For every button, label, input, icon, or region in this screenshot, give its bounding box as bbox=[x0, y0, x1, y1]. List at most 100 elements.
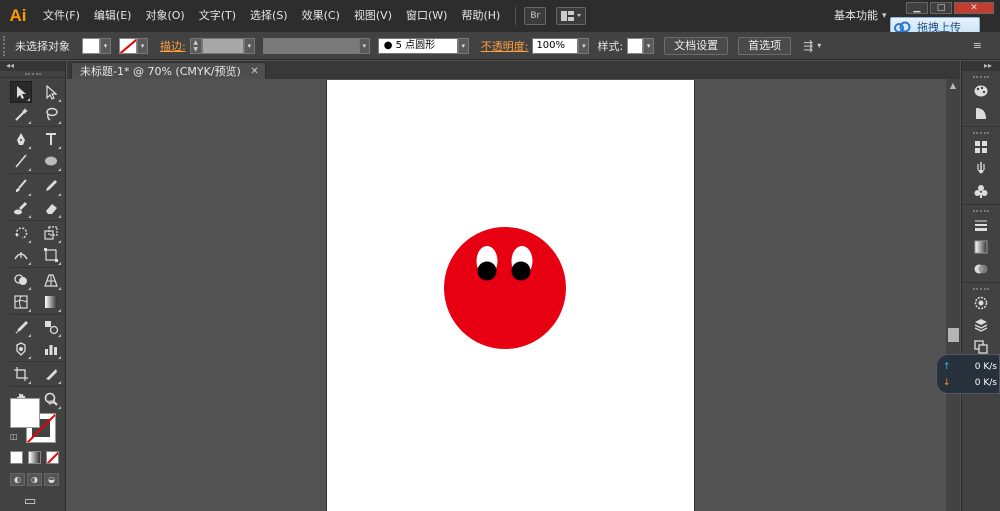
bridge-button[interactable]: Br bbox=[524, 7, 547, 25]
perspective-grid-tool[interactable] bbox=[40, 269, 62, 291]
slice-tool[interactable] bbox=[40, 363, 62, 385]
stroke-color-swatch[interactable] bbox=[119, 37, 137, 54]
pen-tool[interactable] bbox=[10, 128, 32, 150]
menu-item-6[interactable]: 视图(V) bbox=[347, 0, 399, 32]
shape-builder-tool[interactable] bbox=[10, 269, 32, 291]
color-panel-button[interactable] bbox=[962, 80, 1000, 102]
draw-normal-icon[interactable]: ◐ bbox=[10, 473, 25, 486]
menu-item-4[interactable]: 选择(S) bbox=[243, 0, 295, 32]
arrange-documents-button[interactable] bbox=[556, 7, 587, 25]
expand-panels-icon[interactable]: ▸▸ bbox=[962, 61, 1000, 71]
canvas-area[interactable] bbox=[67, 79, 945, 511]
stroke-weight-stepper[interactable]: ▲ ▼ bbox=[189, 37, 202, 54]
artboard-tool[interactable] bbox=[10, 363, 32, 385]
direct-selection-tool[interactable] bbox=[40, 81, 62, 103]
gradient-panel-button[interactable] bbox=[962, 236, 1000, 258]
stroke-dropdown-icon[interactable]: ▾ bbox=[137, 37, 148, 54]
eraser-tool[interactable] bbox=[40, 197, 62, 219]
rotate-tool[interactable] bbox=[10, 222, 32, 244]
graphic-style-swatch[interactable] bbox=[627, 37, 644, 54]
document-setup-button[interactable]: 文档设置 bbox=[664, 36, 729, 55]
menu-item-0[interactable]: 文件(F) bbox=[36, 0, 87, 32]
type-tool[interactable] bbox=[40, 128, 62, 150]
pencil-tool[interactable] bbox=[40, 175, 62, 197]
stroke-panel-button[interactable] bbox=[962, 214, 1000, 236]
lasso-tool[interactable] bbox=[40, 103, 62, 125]
dock-group-grip[interactable] bbox=[962, 207, 1000, 214]
free-transform-tool[interactable] bbox=[40, 244, 62, 266]
color-mode-button[interactable] bbox=[10, 451, 23, 464]
column-graph-tool[interactable] bbox=[40, 338, 62, 360]
scrollbar-thumb[interactable] bbox=[948, 328, 959, 342]
menu-item-3[interactable]: 文字(T) bbox=[192, 0, 243, 32]
swap-fill-stroke-icon[interactable]: ⇄ bbox=[48, 398, 56, 408]
width-tool[interactable] bbox=[10, 244, 32, 266]
workspace-dropdown-icon[interactable]: ▾ bbox=[882, 0, 887, 32]
collapse-tools-icon[interactable]: ◂◂ bbox=[0, 61, 65, 71]
menu-item-7[interactable]: 窗口(W) bbox=[399, 0, 454, 32]
scroll-up-icon[interactable]: ▲ bbox=[946, 79, 960, 93]
eyedropper-tool[interactable] bbox=[10, 316, 32, 338]
selection-tool[interactable] bbox=[10, 81, 32, 103]
none-mode-button[interactable] bbox=[46, 451, 59, 464]
menu-item-8[interactable]: 帮助(H) bbox=[454, 0, 507, 32]
draw-behind-icon[interactable]: ◑ bbox=[27, 473, 42, 486]
close-tab-icon[interactable]: ✕ bbox=[250, 63, 258, 80]
menu-item-1[interactable]: 编辑(E) bbox=[87, 0, 139, 32]
vertical-scrollbar[interactable]: ▲ bbox=[946, 79, 960, 511]
default-fill-stroke-icon[interactable]: ◫ bbox=[10, 432, 18, 441]
menu-item-2[interactable]: 对象(O) bbox=[138, 0, 191, 32]
appearance-panel-button[interactable] bbox=[962, 292, 1000, 314]
symbols-panel-button[interactable] bbox=[962, 180, 1000, 202]
scale-tool[interactable] bbox=[40, 222, 62, 244]
line-segment-tool[interactable] bbox=[10, 150, 32, 172]
dock-group-grip[interactable] bbox=[962, 73, 1000, 80]
left-pupil[interactable] bbox=[477, 261, 497, 281]
isolate-dropdown-icon[interactable]: ▾ bbox=[817, 41, 821, 50]
profile-dropdown-icon[interactable]: ▾ bbox=[358, 37, 370, 54]
right-pupil[interactable] bbox=[511, 261, 531, 281]
mesh-tool[interactable] bbox=[10, 291, 32, 313]
transparency-panel-button[interactable] bbox=[962, 258, 1000, 280]
artwork[interactable] bbox=[327, 80, 696, 511]
isolate-icon[interactable]: ⇶ bbox=[803, 39, 813, 53]
opacity-field[interactable]: 100% bbox=[532, 37, 579, 54]
panel-menu-icon[interactable]: ≡ bbox=[973, 39, 982, 52]
maximize-button[interactable]: □ bbox=[930, 2, 952, 14]
brush-dropdown-icon[interactable]: ▾ bbox=[457, 37, 469, 54]
opacity-dropdown-icon[interactable]: ▾ bbox=[578, 37, 590, 54]
stroke-weight-dropdown-icon[interactable]: ▾ bbox=[243, 37, 255, 54]
gradient-tool[interactable] bbox=[40, 291, 62, 313]
gradient-mode-button[interactable] bbox=[28, 451, 41, 464]
dock-group-grip[interactable] bbox=[962, 285, 1000, 292]
artboard[interactable] bbox=[326, 80, 695, 511]
symbol-sprayer-tool[interactable] bbox=[10, 338, 32, 360]
ellipse-tool[interactable] bbox=[40, 150, 62, 172]
brushes-panel-button[interactable] bbox=[962, 158, 1000, 180]
red-circle-face[interactable] bbox=[444, 227, 566, 349]
document-tab[interactable]: 未标题-1* @ 70% (CMYK/预览) ✕ bbox=[71, 62, 266, 79]
fill-box[interactable] bbox=[10, 398, 40, 428]
stroke-label[interactable]: 描边: bbox=[148, 38, 190, 54]
menu-item-5[interactable]: 效果(C) bbox=[295, 0, 347, 32]
tools-panel-grip[interactable] bbox=[0, 71, 65, 78]
magic-wand-tool[interactable] bbox=[10, 103, 32, 125]
blob-brush-tool[interactable] bbox=[10, 197, 32, 219]
minimize-button[interactable]: ▁ bbox=[906, 2, 928, 14]
workspace-switcher[interactable]: 基本功能 bbox=[834, 0, 878, 32]
layers-panel-button[interactable] bbox=[962, 314, 1000, 336]
style-dropdown-icon[interactable]: ▾ bbox=[643, 37, 655, 54]
screen-mode-icon[interactable]: ▭ bbox=[24, 494, 44, 509]
dock-group-grip[interactable] bbox=[962, 129, 1000, 136]
stroke-weight-field[interactable] bbox=[201, 37, 244, 54]
color-guide-panel-button[interactable] bbox=[962, 102, 1000, 124]
close-button[interactable]: ✕ bbox=[954, 2, 994, 14]
paintbrush-tool[interactable] bbox=[10, 175, 32, 197]
fill-dropdown-icon[interactable]: ▾ bbox=[100, 37, 111, 54]
variable-width-profile[interactable] bbox=[262, 37, 359, 54]
blend-tool[interactable] bbox=[40, 316, 62, 338]
swatches-panel-button[interactable] bbox=[962, 136, 1000, 158]
preferences-button[interactable]: 首选项 bbox=[738, 36, 792, 55]
draw-inside-icon[interactable]: ◒ bbox=[44, 473, 59, 486]
opacity-label[interactable]: 不透明度: bbox=[469, 38, 533, 54]
